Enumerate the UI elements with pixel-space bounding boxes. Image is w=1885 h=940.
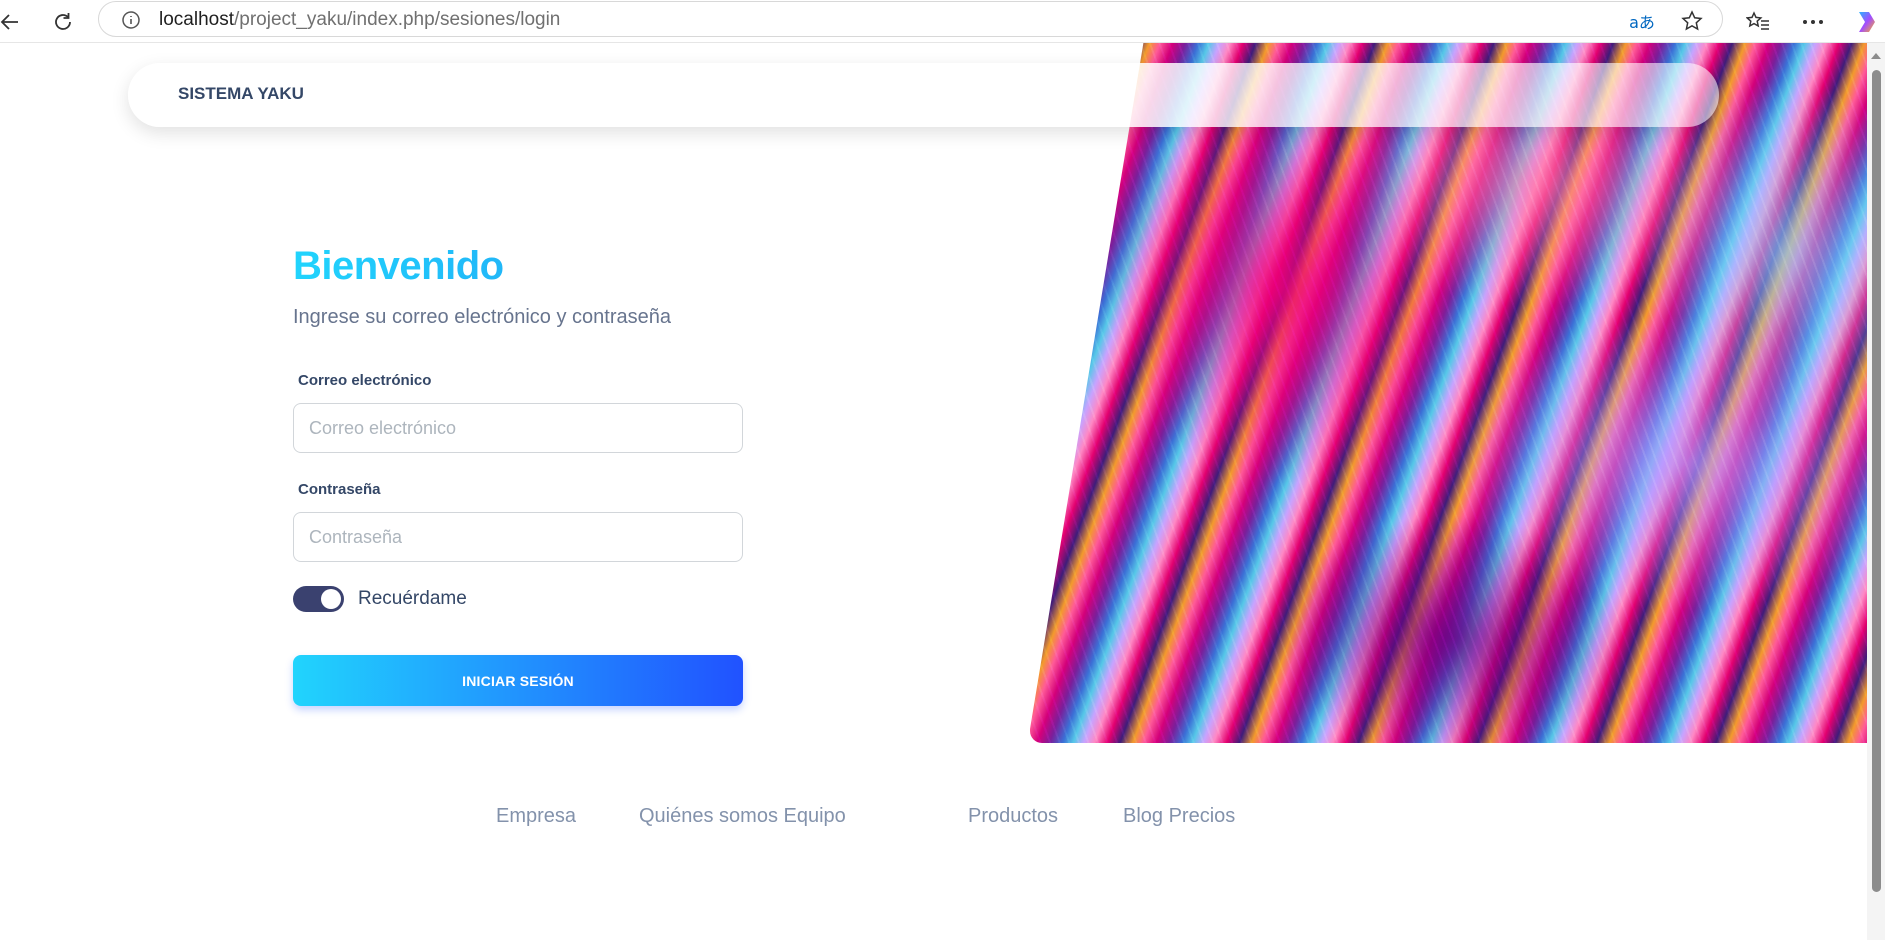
url-text[interactable]: localhost/project_yaku/index.php/sesione…	[159, 9, 560, 31]
password-field[interactable]	[293, 512, 743, 562]
browser-toolbar: localhost/project_yaku/index.php/sesione…	[0, 0, 1885, 43]
scroll-up-arrow-icon[interactable]	[1871, 53, 1881, 59]
footer-link-blog-precios[interactable]: Blog Precios	[1123, 805, 1235, 828]
email-field[interactable]	[293, 403, 743, 453]
top-navbar: SISTEMA YAKU	[128, 63, 1719, 127]
remember-me-label[interactable]: Recuérdame	[358, 588, 467, 610]
footer-nav: Empresa Quiénes somos Equipo Productos B…	[0, 805, 1867, 835]
site-info-icon[interactable]	[121, 10, 141, 30]
favorite-star-icon[interactable]	[1679, 8, 1705, 34]
reload-icon[interactable]	[47, 6, 79, 38]
remember-me-toggle[interactable]	[293, 586, 344, 612]
url-path: /project_yaku/index.php/sesiones/login	[234, 9, 561, 30]
translate-icon[interactable]: aあ	[1629, 8, 1655, 34]
favorites-list-icon[interactable]	[1742, 6, 1774, 38]
footer-link-quienes-somos[interactable]: Quiénes somos Equipo	[639, 805, 846, 828]
back-arrow-icon[interactable]	[0, 6, 26, 38]
translate-label: aあ	[1629, 13, 1655, 32]
more-options-icon[interactable]	[1797, 6, 1829, 38]
hero-artwork	[1030, 43, 1870, 743]
footer-link-empresa[interactable]: Empresa	[496, 805, 576, 828]
password-label: Contraseña	[298, 481, 381, 498]
copilot-icon[interactable]	[1850, 6, 1882, 38]
navbar-brand[interactable]: SISTEMA YAKU	[178, 84, 304, 104]
page-scrollbar[interactable]	[1867, 43, 1885, 940]
login-title: Bienvenido	[293, 240, 743, 292]
address-bar[interactable]: localhost/project_yaku/index.php/sesione…	[98, 1, 1723, 37]
login-submit-button[interactable]: INICIAR SESIÓN	[293, 655, 743, 706]
login-card: Bienvenido Ingrese su correo electrónico…	[293, 240, 743, 706]
url-host: localhost	[159, 9, 234, 30]
footer-link-productos[interactable]: Productos	[968, 805, 1058, 828]
email-label: Correo electrónico	[298, 372, 432, 389]
toggle-knob	[321, 589, 341, 609]
login-subtitle: Ingrese su correo electrónico y contrase…	[293, 306, 671, 328]
scrollbar-thumb[interactable]	[1872, 70, 1881, 892]
